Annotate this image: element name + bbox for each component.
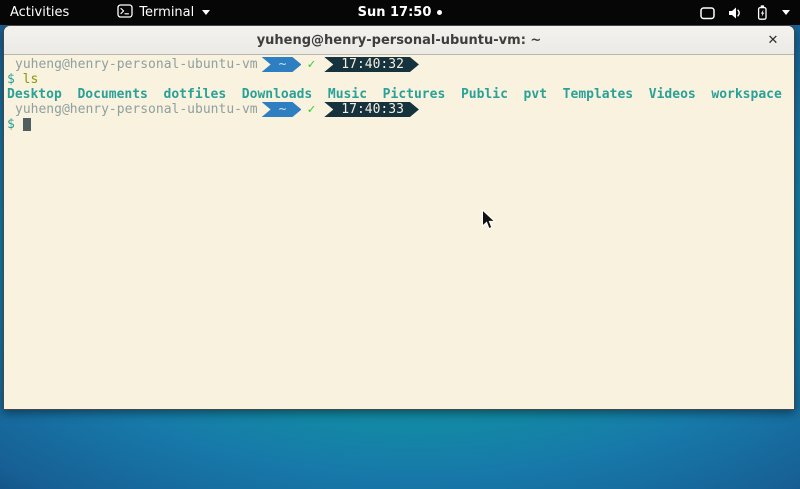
- directory-entry: pvt: [524, 87, 547, 102]
- ls-output-line: Desktop Documents dotfiles Downloads Mus…: [7, 87, 794, 102]
- directory-entry: dotfiles: [164, 87, 227, 102]
- app-menu-label: Terminal: [139, 5, 194, 20]
- directory-entry: Public: [461, 87, 508, 102]
- directory-entry: Templates: [563, 87, 633, 102]
- input-line[interactable]: $: [7, 117, 794, 132]
- window-title: yuheng@henry-personal-ubuntu-vm: ~: [257, 33, 542, 48]
- powerline-path-segment: ~: [262, 57, 302, 72]
- directory-entry: Videos: [649, 87, 696, 102]
- directory-entry: Pictures: [383, 87, 446, 102]
- powerline-time-segment: 17:40:33: [324, 102, 419, 117]
- system-tray[interactable]: [699, 0, 800, 25]
- shell-prompt-symbol: $: [7, 117, 15, 132]
- powerline-path-segment: ~: [262, 102, 302, 117]
- shell-prompt-symbol: $: [7, 72, 15, 87]
- directory-entry: Documents: [77, 87, 147, 102]
- prompt-line-2: yuheng@henry-personal-ubuntu-vm ~ ✓ 17:4…: [7, 102, 794, 117]
- status-check-icon: ✓: [307, 102, 315, 117]
- directory-entry: Desktop: [7, 87, 62, 102]
- typed-command: ls: [23, 72, 39, 87]
- close-button[interactable]: ✕: [764, 31, 782, 49]
- powerline-time-segment: 17:40:32: [324, 57, 419, 72]
- system-menu-chevron-icon: [782, 10, 790, 15]
- terminal-app-icon: [117, 4, 133, 22]
- titlebar[interactable]: yuheng@henry-personal-ubuntu-vm: ~ ✕: [4, 26, 794, 55]
- command-line: $ ls: [7, 72, 794, 87]
- prompt-user: yuheng@henry-personal-ubuntu-vm: [15, 57, 258, 72]
- volume-icon: [727, 5, 743, 21]
- activities-label: Activities: [10, 5, 69, 20]
- directory-entry: workspace: [711, 87, 781, 102]
- top-bar: Activities Terminal Sun 17:50: [0, 0, 800, 25]
- app-menu-terminal[interactable]: Terminal: [107, 0, 220, 25]
- terminal-cursor: [23, 118, 31, 131]
- chevron-down-icon: [202, 10, 210, 15]
- status-check-icon: ✓: [307, 57, 315, 72]
- notification-dot-icon: [437, 10, 442, 15]
- directory-entry: Downloads: [242, 87, 312, 102]
- battery-charging-icon: [754, 4, 770, 21]
- terminal-content[interactable]: yuheng@henry-personal-ubuntu-vm ~ ✓ 17:4…: [4, 55, 794, 409]
- display-icon: [699, 5, 716, 21]
- clock-label[interactable]: Sun 17:50: [358, 5, 432, 20]
- prompt-user: yuheng@henry-personal-ubuntu-vm: [15, 102, 258, 117]
- terminal-window: yuheng@henry-personal-ubuntu-vm: ~ ✕ yuh…: [3, 25, 795, 410]
- prompt-line-1: yuheng@henry-personal-ubuntu-vm ~ ✓ 17:4…: [7, 57, 794, 72]
- activities-button[interactable]: Activities: [0, 0, 79, 25]
- directory-entry: Music: [328, 87, 367, 102]
